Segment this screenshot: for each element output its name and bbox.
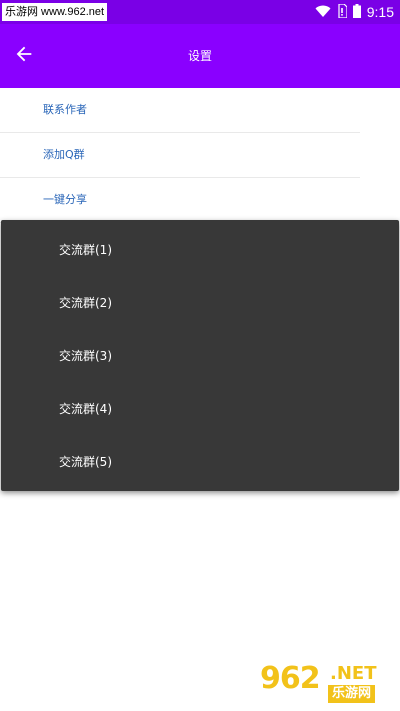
wifi-icon (315, 3, 331, 22)
watermark-brand: 乐游网 (328, 685, 376, 703)
arrow-left-icon (13, 43, 35, 69)
screen: 乐游网 www.962.net 9:15 设置 联系作者 添加Q群 一键分享 交… (0, 0, 400, 711)
status-bar: 乐游网 www.962.net 9:15 (0, 0, 400, 24)
back-button[interactable] (10, 42, 38, 70)
watermark-domain: .NET (330, 663, 377, 684)
menu-item-group-3[interactable]: 交流群(3) (1, 326, 399, 379)
menu-item-group-5[interactable]: 交流群(5) (1, 432, 399, 485)
menu-item-group-1[interactable]: 交流群(1) (1, 220, 399, 273)
status-icons: 9:15 (315, 0, 394, 24)
sim-icon (337, 2, 348, 22)
status-time: 9:15 (366, 4, 394, 20)
watermark-top: 乐游网 www.962.net (2, 3, 108, 21)
menu-item-group-4[interactable]: 交流群(4) (1, 379, 399, 432)
watermark-number: 962 (260, 661, 321, 696)
page-title: 设置 (187, 49, 212, 63)
popup-menu: 交流群(1) 交流群(2) 交流群(3) 交流群(4) 交流群(5) (1, 220, 399, 491)
app-bar: 设置 (0, 24, 400, 88)
battery-icon (352, 3, 361, 22)
menu-item-group-2[interactable]: 交流群(2) (1, 273, 399, 326)
watermark-logo: 962 .NET 乐游网 (260, 661, 394, 707)
